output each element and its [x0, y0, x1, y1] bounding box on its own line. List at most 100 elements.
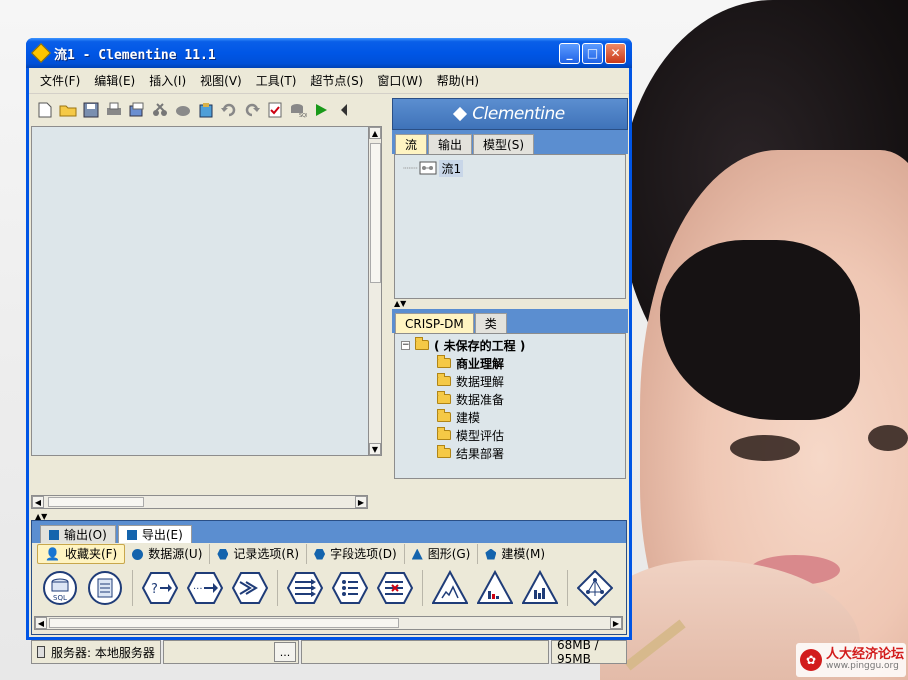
- close-button[interactable]: ✕: [605, 42, 626, 64]
- file-node-icon[interactable]: [87, 570, 123, 606]
- tab-modeling[interactable]: 建模(M): [478, 544, 552, 564]
- run-icon[interactable]: [311, 100, 331, 120]
- type-node-icon[interactable]: [377, 570, 413, 606]
- sql-db-icon[interactable]: SQL: [288, 100, 308, 120]
- ellipsis-button[interactable]: ...: [274, 642, 296, 662]
- tab-outputs[interactable]: 输出: [428, 134, 473, 154]
- scroll-right-icon[interactable]: ▶: [355, 496, 367, 508]
- select-node-icon[interactable]: ?: [142, 570, 178, 606]
- filter-node-icon[interactable]: [332, 570, 368, 606]
- tree-item[interactable]: 建模: [401, 408, 625, 426]
- tree-item[interactable]: 结果部署: [401, 444, 625, 462]
- open-folder-icon[interactable]: [58, 100, 78, 120]
- scroll-right-icon[interactable]: ▶: [610, 617, 622, 629]
- title-bar[interactable]: 流1 - Clementine 11.1 _ □ ✕: [26, 38, 632, 68]
- scroll-thumb[interactable]: [49, 618, 399, 628]
- menu-insert[interactable]: 插入(I): [142, 72, 193, 89]
- folder-icon: [415, 337, 429, 350]
- status-field: ...: [163, 640, 299, 664]
- client-area: 文件(F) 编辑(E) 插入(I) 视图(V) 工具(T) 超节点(S) 窗口(…: [29, 68, 629, 666]
- menu-edit[interactable]: 编辑(E): [87, 72, 142, 89]
- folder-icon: [437, 409, 451, 422]
- print-preview-icon[interactable]: [127, 100, 147, 120]
- svg-text:SQL: SQL: [299, 113, 307, 118]
- scroll-left-icon[interactable]: ◀: [32, 496, 44, 508]
- new-file-icon[interactable]: [35, 100, 55, 120]
- favorites-icon: 👤: [45, 547, 60, 561]
- plot-node-icon[interactable]: [432, 570, 468, 606]
- tab-sources[interactable]: 数据源(U): [125, 544, 211, 564]
- tab-label: 字段选项(D): [330, 547, 397, 561]
- scroll-left-icon[interactable]: ◀: [35, 617, 47, 629]
- tree-root[interactable]: − ( 未保存的工程 ): [401, 336, 625, 354]
- neural-net-node-icon[interactable]: [577, 570, 613, 606]
- tab-record-ops[interactable]: 记录选项(R): [210, 544, 308, 564]
- canvas-vertical-scrollbar[interactable]: ▲ ▼: [368, 126, 382, 456]
- scroll-thumb[interactable]: [370, 143, 381, 283]
- output-icon: [49, 529, 59, 540]
- menu-view[interactable]: 视图(V): [193, 72, 249, 89]
- stop-icon[interactable]: [334, 100, 354, 120]
- collapse-icon[interactable]: −: [401, 340, 410, 350]
- undo-icon[interactable]: [219, 100, 239, 120]
- watermark-title: 人大经济论坛: [826, 646, 905, 662]
- menu-file[interactable]: 文件(F): [37, 72, 87, 89]
- print-icon[interactable]: [104, 100, 124, 120]
- cut-icon[interactable]: [150, 100, 170, 120]
- stream-tree: ┈┈ 流1: [394, 154, 626, 299]
- redo-icon[interactable]: [242, 100, 262, 120]
- check-icon[interactable]: [265, 100, 285, 120]
- server-status[interactable]: 服务器: 本地服务器: [31, 640, 161, 664]
- status-bar: 服务器: 本地服务器 ... 68MB / 95MB: [31, 638, 627, 666]
- derive-node-icon[interactable]: [287, 570, 323, 606]
- palette-scrollbar[interactable]: ◀ ▶: [34, 616, 623, 630]
- scroll-down-icon[interactable]: ▼: [369, 443, 381, 455]
- app-icon: [31, 43, 51, 63]
- tab-streams[interactable]: 流: [395, 134, 428, 154]
- canvas-horizontal-scrollbar[interactable]: ◀ ▶: [31, 495, 368, 509]
- server-label: 服务器: 本地服务器: [51, 645, 155, 660]
- tab-label: 记录选项(R): [233, 547, 300, 561]
- stream-canvas[interactable]: [31, 126, 380, 456]
- tab-models[interactable]: 模型(S): [473, 134, 535, 154]
- merge-node-icon[interactable]: [232, 570, 268, 606]
- scroll-up-icon[interactable]: ▲: [369, 127, 381, 139]
- distribution-node-icon[interactable]: [522, 570, 558, 606]
- menu-supernode[interactable]: 超节点(S): [303, 72, 370, 89]
- menu-window[interactable]: 窗口(W): [370, 72, 429, 89]
- tree-item-label: 数据准备: [456, 392, 505, 407]
- folder-icon: [437, 445, 451, 458]
- tree-item-stream[interactable]: ┈┈ 流1: [403, 159, 625, 177]
- sql-node-icon[interactable]: SQL: [42, 570, 78, 606]
- background-photo: [600, 0, 908, 680]
- tab-label: 建模(M): [501, 547, 546, 561]
- tab-label: 数据源(U): [148, 547, 203, 561]
- paste-icon[interactable]: [196, 100, 216, 120]
- maximize-button[interactable]: □: [582, 42, 603, 64]
- save-icon[interactable]: [81, 100, 101, 120]
- sample-node-icon[interactable]: ···: [187, 570, 223, 606]
- toolbar: SQL: [33, 98, 391, 122]
- tab-export[interactable]: 导出(E): [117, 525, 192, 543]
- tab-graphs[interactable]: 图形(G): [405, 544, 479, 564]
- tab-classes[interactable]: 类: [474, 313, 507, 333]
- histogram-node-icon[interactable]: [477, 570, 513, 606]
- tree-item[interactable]: 商业理解: [401, 354, 625, 372]
- tab-export-label: 导出(E): [141, 527, 183, 542]
- tab-crisp-dm[interactable]: CRISP-DM: [395, 313, 474, 333]
- menu-help[interactable]: 帮助(H): [430, 72, 486, 89]
- scroll-thumb[interactable]: [48, 497, 144, 507]
- minimize-button[interactable]: _: [559, 42, 580, 64]
- tab-output[interactable]: 输出(O): [40, 525, 116, 543]
- panel-resize-arrows[interactable]: ▲▼: [392, 299, 628, 309]
- tab-favorites[interactable]: 👤 收藏夹(F): [37, 544, 126, 564]
- menu-tools[interactable]: 工具(T): [249, 72, 304, 89]
- copy-icon[interactable]: [173, 100, 193, 120]
- tree-item-label: 商业理解: [456, 356, 505, 371]
- tree-item[interactable]: 模型评估: [401, 426, 625, 444]
- tab-field-ops[interactable]: 字段选项(D): [307, 544, 405, 564]
- window-title: 流1 - Clementine 11.1: [54, 47, 216, 63]
- node-divider: [422, 570, 423, 606]
- tree-item[interactable]: 数据理解: [401, 372, 625, 390]
- tree-item[interactable]: 数据准备: [401, 390, 625, 408]
